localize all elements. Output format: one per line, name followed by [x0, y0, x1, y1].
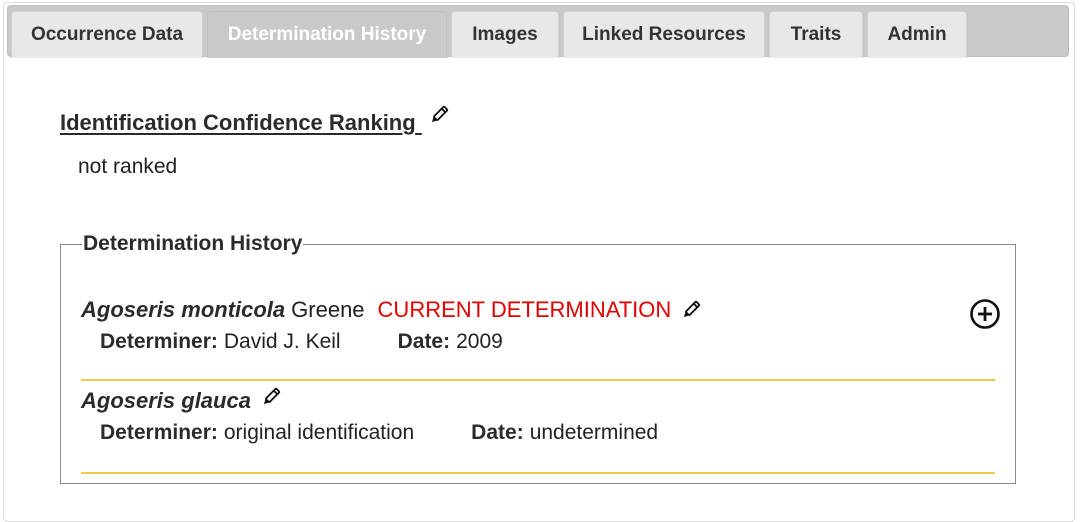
determination-history-legend: Determination History [83, 232, 303, 255]
determination-row: Agoseris glauca Determiner: original ide… [81, 385, 995, 474]
determiner-value: original identification [223, 421, 415, 444]
date-value: undetermined [529, 421, 659, 444]
tab-linked-resources[interactable]: Linked Resources [563, 11, 765, 58]
scientific-name: Agoseris glauca [81, 388, 251, 413]
confidence-title: Identification Confidence Ranking [60, 110, 416, 135]
tab-images[interactable]: Images [451, 11, 559, 58]
determination-history-box: Determination History Agoseris monticola… [60, 232, 1016, 484]
determination-meta: Determiner: David J. Keil Date: 2009 [100, 327, 995, 357]
determiner-label: Determiner: [100, 330, 218, 353]
determination-meta: Determiner: original identification Date… [100, 418, 995, 448]
taxon-line: Agoseris glauca [81, 385, 995, 417]
determination-row: Agoseris monticola Greene CURRENT DETERM… [81, 294, 1000, 381]
tab-occurrence-data[interactable]: Occurrence Data [11, 11, 203, 58]
confidence-value: not ranked [78, 155, 178, 178]
date-label: Date: [471, 421, 524, 444]
scientific-name: Agoseris monticola [81, 297, 286, 322]
confidence-heading: Identification Confidence Ranking [60, 105, 450, 136]
pencil-icon[interactable] [428, 104, 450, 126]
date-value: 2009 [456, 330, 503, 353]
tab-traits[interactable]: Traits [769, 11, 863, 58]
current-determination-label: CURRENT DETERMINATION [377, 297, 672, 322]
pencil-icon[interactable] [680, 299, 702, 321]
author: Greene [291, 297, 365, 322]
determiner-label: Determiner: [100, 421, 218, 444]
tab-determination-history[interactable]: Determination History [207, 11, 447, 58]
determiner-value: David J. Keil [223, 330, 341, 353]
plus-circle-icon[interactable] [969, 298, 1001, 330]
pencil-icon[interactable] [260, 386, 282, 408]
taxon-line: Agoseris monticola Greene CURRENT DETERM… [81, 294, 995, 326]
tab-bar: Occurrence Data Determination History Im… [7, 5, 1069, 58]
date-label: Date: [397, 330, 451, 353]
tab-admin[interactable]: Admin [867, 11, 967, 58]
